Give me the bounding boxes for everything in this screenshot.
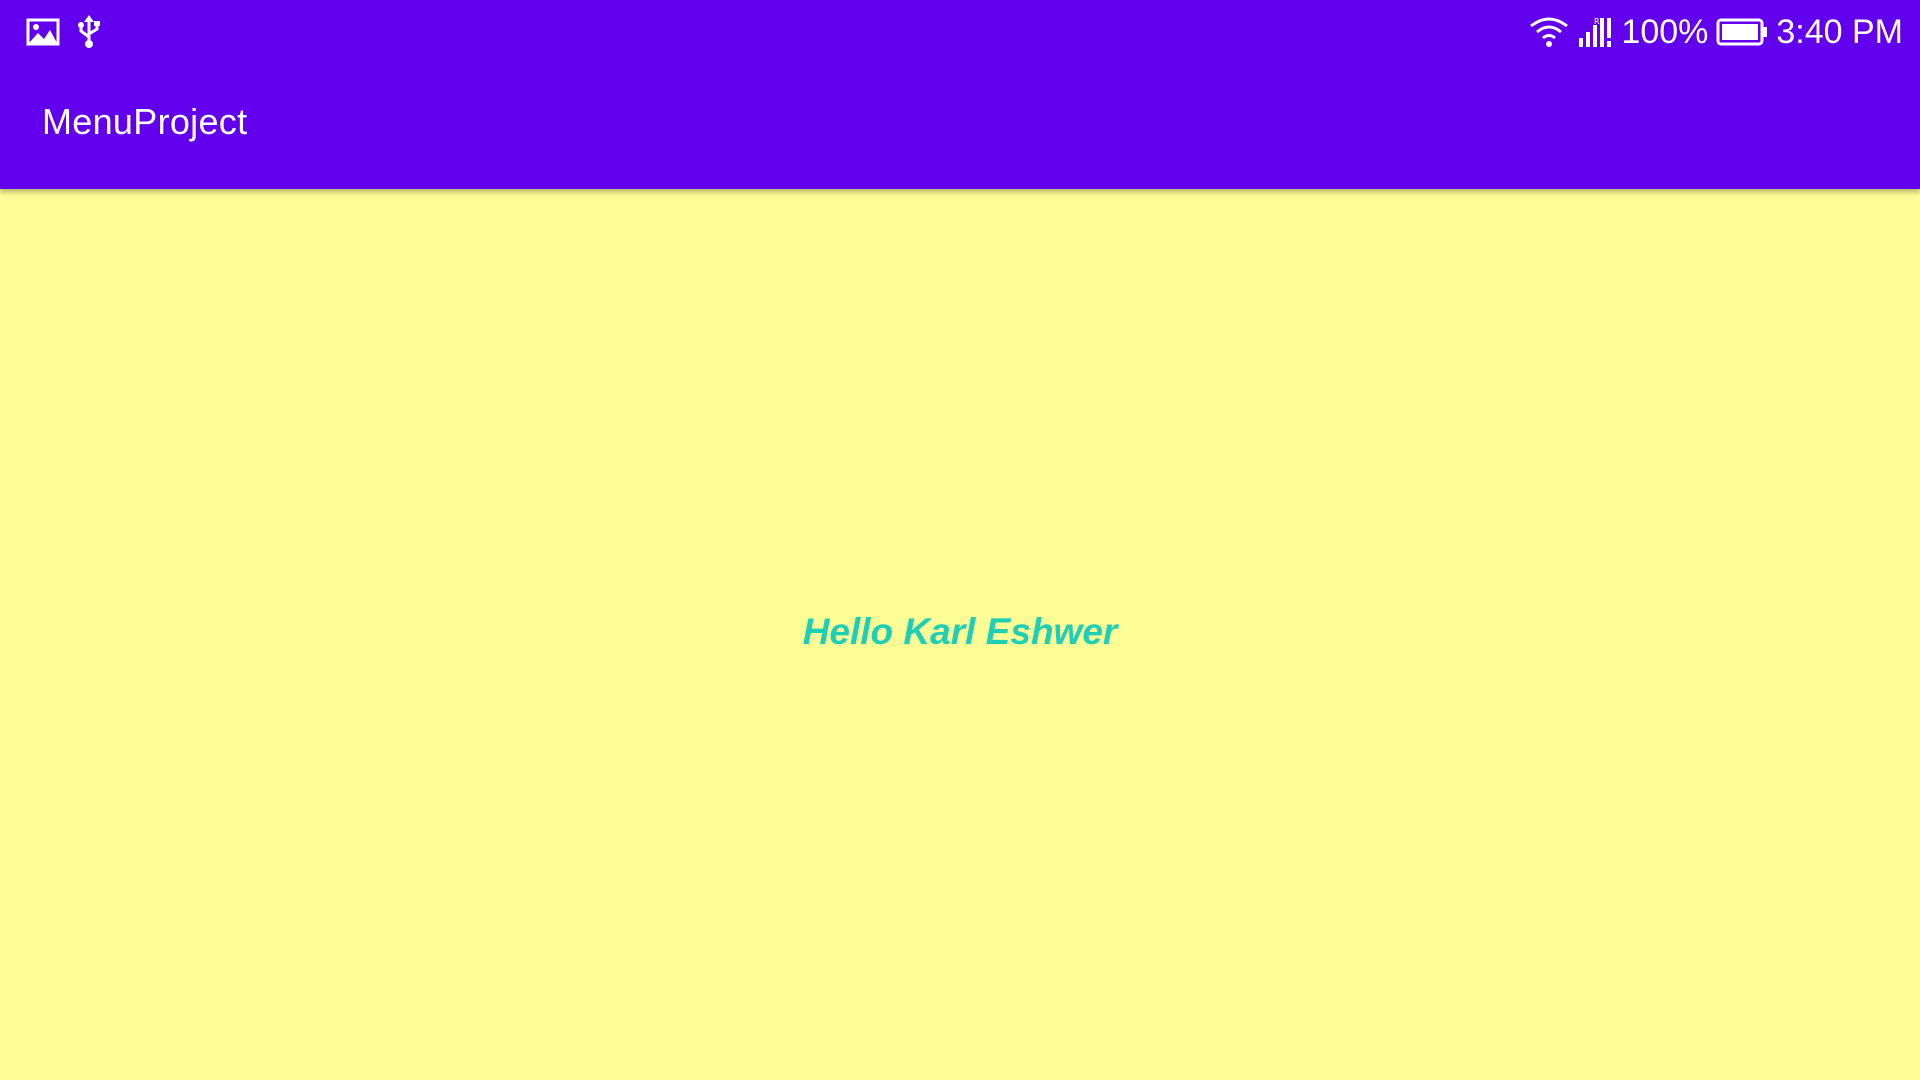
- status-bar-system: R 100% 3:40 PM: [1529, 10, 1903, 54]
- device-screen: R 100% 3:40 PM MenuProject Hello Karl Es…: [0, 0, 1920, 1080]
- greeting-text: Hello Karl Eshwer: [802, 611, 1118, 652]
- cell-signal-icon: R: [1577, 16, 1613, 48]
- wifi-icon: [1529, 17, 1569, 47]
- image-notification-icon: [26, 18, 60, 46]
- battery-icon: [1716, 18, 1768, 46]
- clock: 3:40 PM: [1776, 13, 1903, 51]
- main-content: Hello Karl Eshwer: [0, 189, 1920, 1080]
- status-bar: R 100% 3:40 PM: [0, 0, 1920, 62]
- battery-percent: 100%: [1621, 13, 1709, 51]
- app-bar: MenuProject: [0, 62, 1920, 189]
- app-title: MenuProject: [42, 101, 248, 142]
- usb-icon: [76, 15, 102, 49]
- svg-text:R: R: [1594, 17, 1600, 26]
- status-bar-notifications: [26, 14, 102, 50]
